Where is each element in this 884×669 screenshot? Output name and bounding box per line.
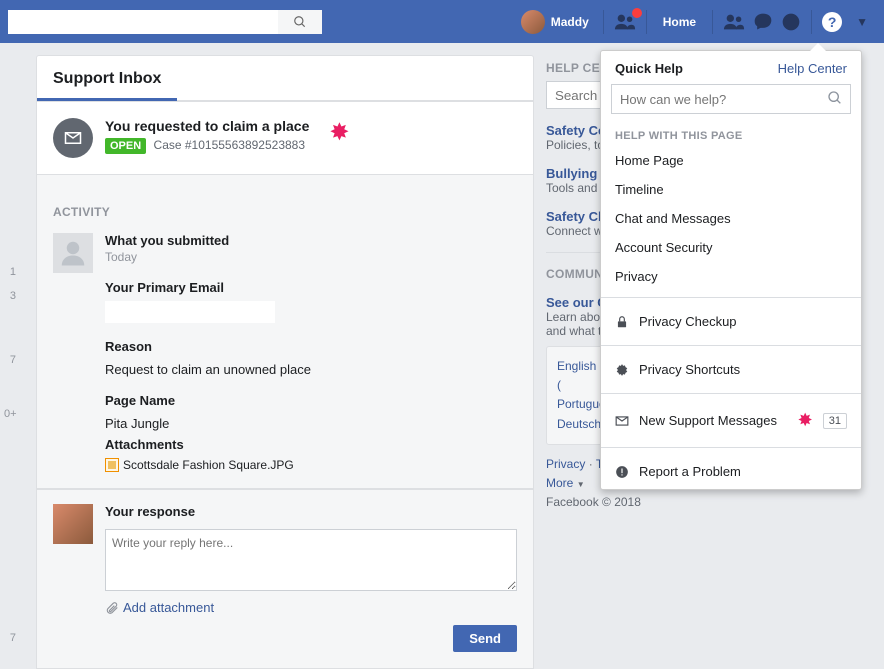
lock-icon [615,315,629,329]
highlight-starburst-icon: ✸ [329,118,349,147]
help-center-link[interactable]: Help Center [778,61,847,76]
friends-icon[interactable] [723,11,745,33]
faq-search-input[interactable] [546,81,606,109]
response-heading: Your response [105,504,517,519]
new-support-messages-link[interactable]: New Support Messages ✸ 31 [601,400,861,441]
image-file-icon [105,458,119,472]
add-attachment-link[interactable]: Add attachment [105,600,517,615]
submitted-heading: What you submitted [105,233,517,248]
help-item-timeline[interactable]: Timeline [601,175,861,204]
case-card: You requested to claim a place OPEN Case… [36,102,534,175]
user-avatar [53,504,93,544]
avatar [521,10,545,34]
activity-header: ACTIVITY [53,191,517,233]
search-icon [293,15,307,29]
report-problem-link[interactable]: Report a Problem [601,454,861,489]
search-icon [827,90,843,106]
attachment-filename[interactable]: Scottsdale Fashion Square.JPG [123,458,294,472]
friend-requests-button[interactable] [608,11,642,33]
account-dropdown-arrow[interactable]: ▼ [848,15,876,29]
global-search-input[interactable] [8,10,278,34]
message-count-badge: 31 [823,413,847,429]
privacy-checkup-link[interactable]: Privacy Checkup [601,304,861,339]
main-content: Support Inbox You requested to claim a p… [36,55,534,669]
messenger-icon[interactable] [753,12,773,32]
home-link[interactable]: Home [651,15,708,29]
help-section-header: HELP WITH THIS PAGE [601,122,861,146]
user-profile-link[interactable]: Maddy [511,10,599,34]
dropdown-pointer [810,43,826,51]
user-name: Maddy [551,15,589,29]
send-button[interactable]: Send [453,625,517,652]
help-search-input[interactable] [611,84,851,114]
quick-help-dropdown: Quick Help Help Center HELP WITH THIS PA… [600,50,862,490]
email-label: Your Primary Email [105,280,517,295]
question-icon: ? [822,12,842,32]
footer-privacy[interactable]: Privacy [546,457,585,471]
activity-section: ACTIVITY What you submitted Today Your P… [36,175,534,489]
help-item-security[interactable]: Account Security [601,233,861,262]
email-value [105,301,275,323]
language-selector[interactable]: English ( Portuguê Deutsch [546,346,606,445]
footer-more[interactable]: More [546,476,573,490]
status-badge: OPEN [105,138,146,154]
reason-value: Request to claim an unowned place [105,362,517,377]
privacy-shortcuts-link[interactable]: Privacy Shortcuts [601,352,861,387]
footer-copyright: Facebook © 2018 [546,495,641,509]
attachments-label: Attachments [105,437,517,452]
help-button[interactable]: ? [816,12,848,32]
placeholder-avatar [53,233,93,273]
help-item-privacy[interactable]: Privacy [601,262,861,291]
page-name-label: Page Name [105,393,517,408]
highlight-starburst-icon: ✸ [798,410,813,431]
quick-help-title: Quick Help [615,61,683,76]
help-item-home[interactable]: Home Page [601,146,861,175]
reply-textarea[interactable] [105,529,517,591]
warning-icon [615,465,629,479]
search-button[interactable] [278,10,322,34]
reason-label: Reason [105,339,517,354]
gear-icon [615,363,629,377]
paperclip-icon [105,601,119,615]
notification-dot [632,8,642,18]
top-nav: Maddy Home ? ▼ [0,0,884,43]
globe-icon[interactable] [781,12,801,32]
case-id: Case #10155563892523883 [154,138,305,152]
response-section: Your response Add attachment Send [36,489,534,669]
mail-icon [615,415,629,427]
case-title: You requested to claim a place [105,118,309,134]
mail-icon [53,118,93,158]
submitted-time: Today [105,250,517,264]
page-title: Support Inbox [37,56,177,101]
left-rail: 1 3 7 0+ 7 [0,260,20,650]
help-item-chat[interactable]: Chat and Messages [601,204,861,233]
page-name-value: Pita Jungle [105,416,517,431]
